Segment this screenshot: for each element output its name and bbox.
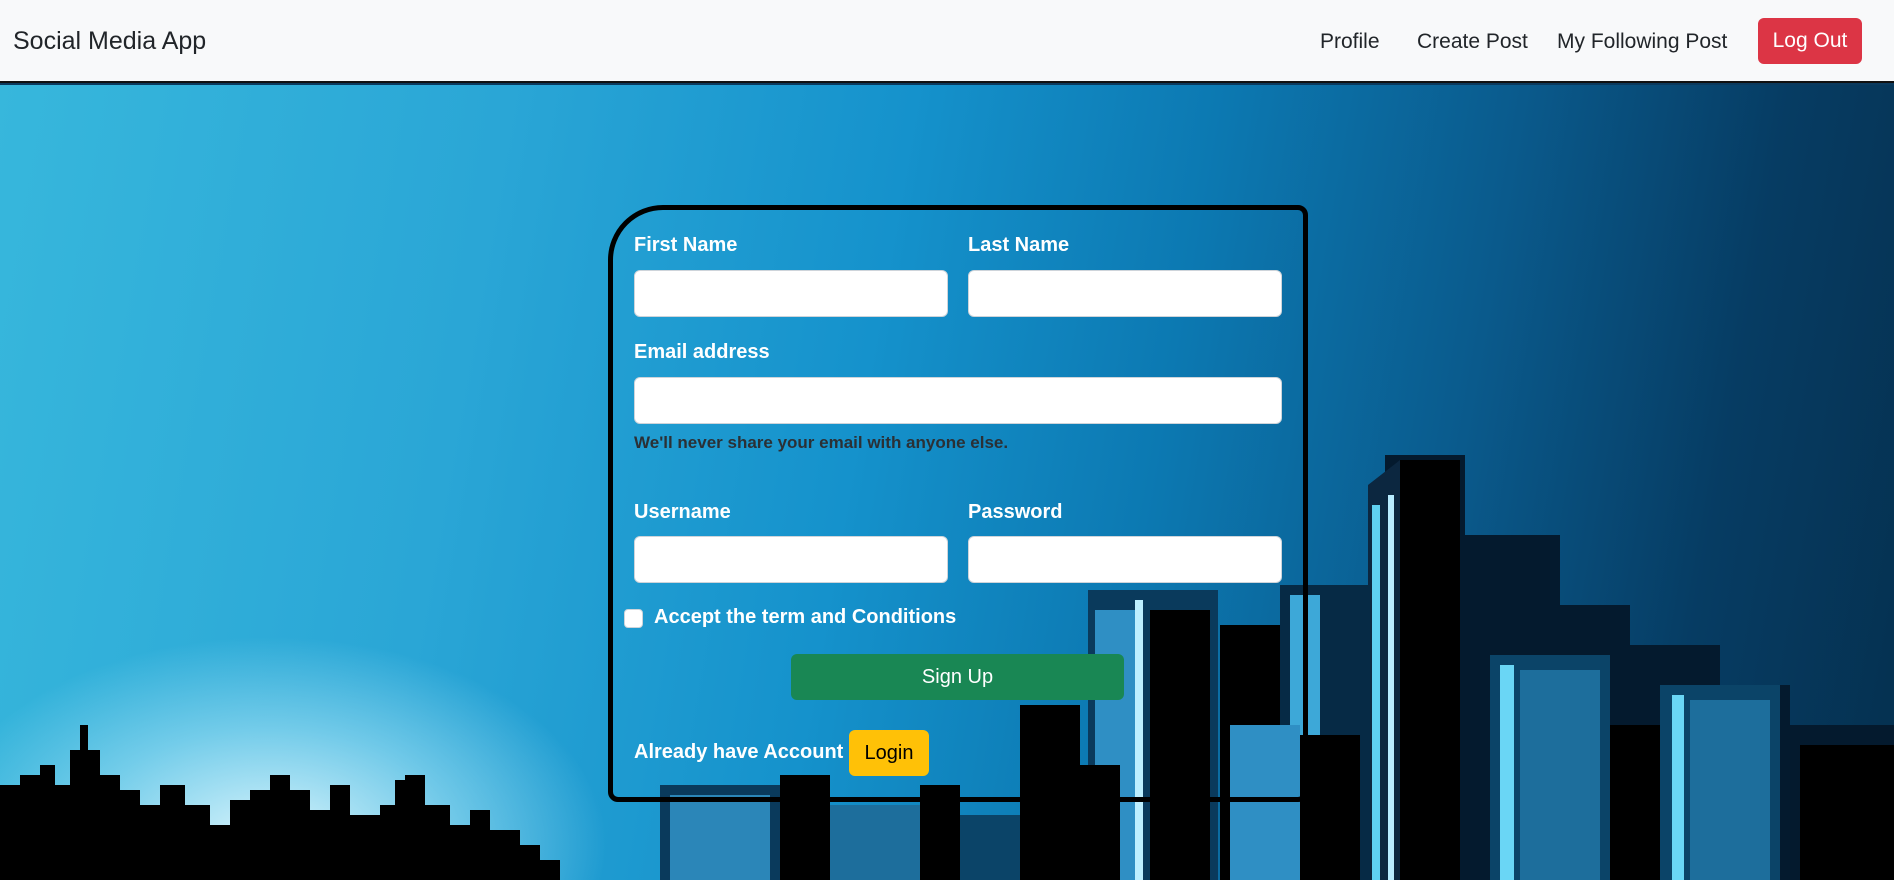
already-have-account-text: Already have Account [634,741,844,763]
last-name-label: Last Name [968,234,1070,256]
signup-button[interactable]: Sign Up [791,654,1124,700]
navbar: Social Media App Profile Create Post My … [0,0,1894,83]
logout-button[interactable]: Log Out [1758,18,1862,64]
password-label: Password [968,501,1063,523]
password-input[interactable] [968,536,1282,583]
username-label: Username [634,501,731,523]
terms-checkbox[interactable] [624,609,643,628]
terms-label[interactable]: Accept the term and Conditions [654,606,956,629]
nav-create-post-link[interactable]: Create Post [1417,0,1528,83]
email-help-text: We'll never share your email with anyone… [634,433,1009,452]
username-input[interactable] [634,536,948,583]
nav-profile-link[interactable]: Profile [1320,0,1380,83]
last-name-input[interactable] [968,270,1282,317]
nav-following-post-link[interactable]: My Following Post [1557,0,1727,83]
login-button[interactable]: Login [849,730,929,776]
first-name-input[interactable] [634,270,948,317]
email-input[interactable] [634,377,1282,424]
brand-title[interactable]: Social Media App [13,0,206,83]
email-label: Email address [634,341,770,363]
first-name-label: First Name [634,234,738,256]
